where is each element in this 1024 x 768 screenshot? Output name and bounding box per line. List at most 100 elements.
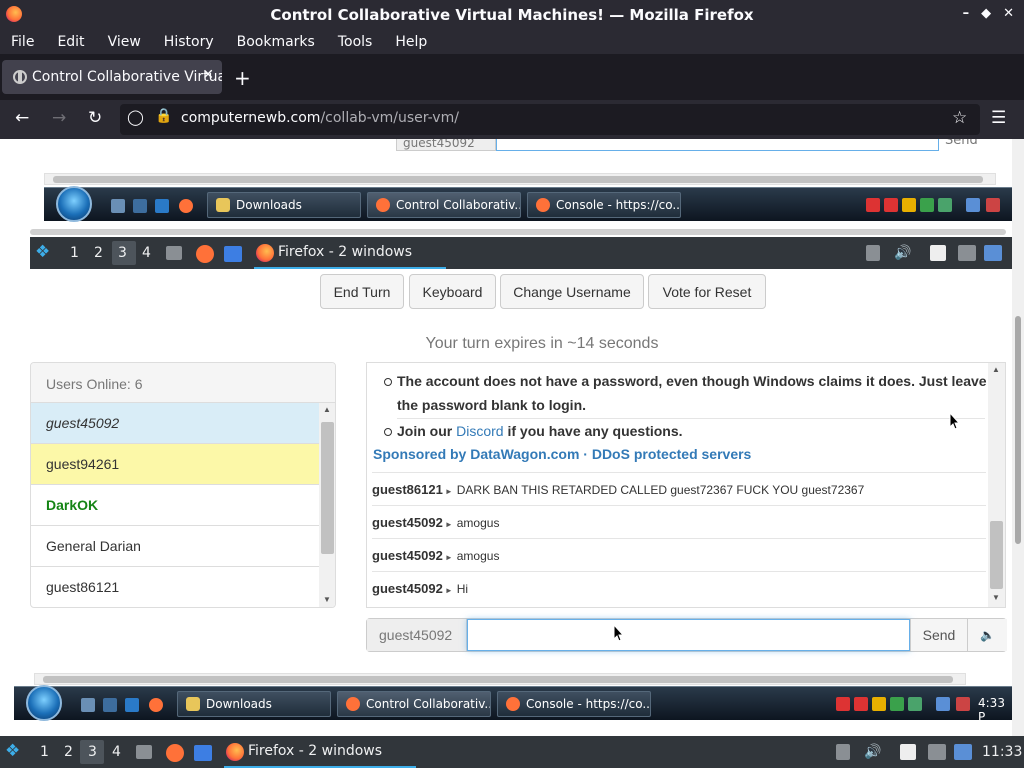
network-icon[interactable] <box>954 744 972 760</box>
kde-desktop-3[interactable]: 3 <box>118 245 127 261</box>
chat-input[interactable] <box>467 619 910 651</box>
show-desktop-icon[interactable] <box>81 698 95 712</box>
chat-username[interactable]: guest86121 <box>372 482 443 497</box>
shield-tray-icon[interactable] <box>872 697 886 711</box>
tray-monitor-icon[interactable] <box>936 697 950 711</box>
vm-task-downloads[interactable]: Downloads <box>207 192 361 218</box>
clipboard-icon[interactable] <box>836 744 850 760</box>
new-tab-button[interactable]: + <box>234 66 251 90</box>
vm-frame-scrollbar[interactable] <box>30 229 1006 235</box>
tab-collabvm[interactable]: Control Collaborative Virtual Machines! … <box>2 60 222 94</box>
forward-icon[interactable]: → <box>52 108 66 128</box>
ie-icon[interactable] <box>155 199 169 213</box>
kde-launcher-icon[interactable]: ❖ <box>5 741 20 761</box>
menu-edit[interactable]: Edit <box>57 34 84 50</box>
switch-windows-icon[interactable] <box>103 698 117 712</box>
kde-desktop-1[interactable]: 1 <box>70 245 79 261</box>
kde-desktop-4[interactable]: 4 <box>142 245 151 261</box>
konsole-icon[interactable] <box>224 246 242 262</box>
menu-tools[interactable]: Tools <box>338 34 373 50</box>
vm-task-downloads[interactable]: Downloads <box>177 691 331 717</box>
kde-desktop-2[interactable]: 2 <box>94 245 103 261</box>
file-manager-icon[interactable] <box>166 246 182 260</box>
tray-a-icon[interactable] <box>866 198 880 212</box>
host-task-firefox[interactable]: Firefox - 2 windows <box>224 736 416 768</box>
url-text[interactable]: computernewb.com/collab-vm/user-vm/ <box>181 110 459 126</box>
keyboard-button[interactable]: Keyboard <box>409 274 496 309</box>
vm-horizontal-scrollbar-2[interactable] <box>34 673 966 685</box>
start-orb-icon[interactable] <box>56 186 92 222</box>
file-manager-icon[interactable] <box>136 745 152 759</box>
network-icon[interactable] <box>984 245 1002 261</box>
vm-task-collabvm[interactable]: Control Collaborativ... <box>367 192 521 218</box>
tray-a-icon[interactable] <box>884 198 898 212</box>
send-button[interactable]: Send <box>910 619 967 651</box>
vm-task-console[interactable]: Console - https://co... <box>527 192 681 218</box>
minimize-button[interactable]: – <box>963 6 970 21</box>
konsole-icon[interactable] <box>194 745 212 761</box>
tray-volume-muted-icon[interactable] <box>986 198 1000 212</box>
app-menu-icon[interactable]: ☰ <box>991 108 1006 128</box>
vm-horizontal-scrollbar[interactable] <box>44 173 996 185</box>
host-desktop-1[interactable]: 1 <box>40 744 49 760</box>
user-row[interactable]: guest45092 <box>31 403 319 444</box>
tray-check-icon[interactable] <box>890 697 904 711</box>
ie-icon[interactable] <box>125 698 139 712</box>
back-icon[interactable]: ← <box>15 108 29 128</box>
host-desktop-3[interactable]: 3 <box>88 744 97 760</box>
volume-icon[interactable]: 🔊 <box>894 245 911 261</box>
menu-help[interactable]: Help <box>395 34 427 50</box>
tray-volume-muted-icon[interactable] <box>956 697 970 711</box>
chat-username[interactable]: guest45092 <box>372 581 443 596</box>
show-desktop-icon[interactable] <box>111 199 125 213</box>
bookmark-star-icon[interactable]: ☆ <box>952 108 967 128</box>
tray-network-icon[interactable] <box>908 697 922 711</box>
tray-a-icon[interactable] <box>854 697 868 711</box>
tray-network-icon[interactable] <box>938 198 952 212</box>
host-desktop-2[interactable]: 2 <box>64 744 73 760</box>
kde-task-firefox[interactable]: Firefox - 2 windows <box>254 237 446 269</box>
chat-scrollbar[interactable]: ▲ ▼ <box>988 363 1005 607</box>
shield-icon[interactable]: ◯ <box>127 108 144 126</box>
clipboard-icon[interactable] <box>866 245 880 261</box>
volume-icon[interactable]: 🔊 <box>864 744 881 760</box>
host-clock[interactable]: 11:33 <box>982 744 1022 760</box>
tray-a-icon[interactable] <box>836 697 850 711</box>
users-scrollbar[interactable]: ▲ ▼ <box>319 403 335 607</box>
firefox-quicklaunch-icon[interactable] <box>179 199 193 213</box>
start-orb-icon[interactable] <box>26 685 62 721</box>
user-row[interactable]: DarkOK <box>31 485 319 526</box>
sponsor-text[interactable]: Sponsored by DataWagon.com · DDoS protec… <box>373 446 751 462</box>
restore-button[interactable]: ◆ <box>981 6 991 21</box>
display-icon[interactable] <box>958 245 976 261</box>
user-row[interactable]: guest86121 <box>31 567 319 607</box>
lock-icon[interactable]: 🔒 <box>155 108 172 124</box>
vm-task-collabvm[interactable]: Control Collaborativ... <box>337 691 491 717</box>
notes-icon[interactable] <box>900 744 916 760</box>
display-icon[interactable] <box>928 744 946 760</box>
menu-view[interactable]: View <box>108 34 141 50</box>
page-scrollbar[interactable] <box>1012 139 1024 768</box>
menu-bookmarks[interactable]: Bookmarks <box>237 34 315 50</box>
close-tab-button[interactable]: ✕ <box>202 67 214 83</box>
notes-icon[interactable] <box>930 245 946 261</box>
user-row[interactable]: guest94261 <box>31 444 319 485</box>
firefox-launcher-icon[interactable] <box>166 744 184 762</box>
vm-clock[interactable]: 4:33 P <box>978 696 1012 724</box>
discord-link[interactable]: Discord <box>456 423 503 439</box>
host-desktop-4[interactable]: 4 <box>112 744 121 760</box>
firefox-launcher-icon[interactable] <box>196 245 214 263</box>
user-row[interactable]: General Darian <box>31 526 319 567</box>
tray-monitor-icon[interactable] <box>966 198 980 212</box>
speaker-icon[interactable]: 🔈 <box>967 619 1007 651</box>
shield-tray-icon[interactable] <box>902 198 916 212</box>
tray-check-icon[interactable] <box>920 198 934 212</box>
change-username-button[interactable]: Change Username <box>500 274 644 309</box>
chat-username[interactable]: guest45092 <box>372 515 443 530</box>
chat-username[interactable]: guest45092 <box>372 548 443 563</box>
switch-windows-icon[interactable] <box>133 199 147 213</box>
end-turn-button[interactable]: End Turn <box>320 274 404 309</box>
menu-history[interactable]: History <box>164 34 214 50</box>
firefox-quicklaunch-icon[interactable] <box>149 698 163 712</box>
menu-file[interactable]: File <box>11 34 34 50</box>
